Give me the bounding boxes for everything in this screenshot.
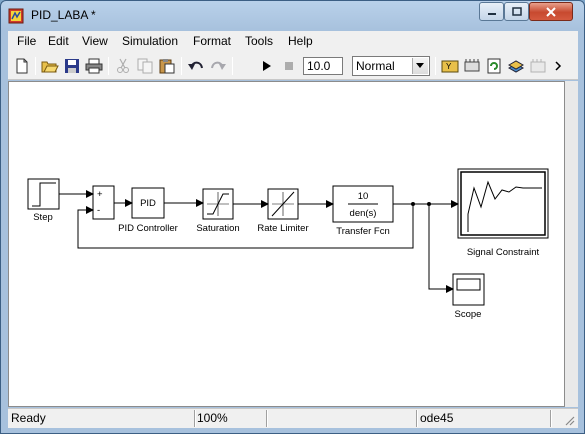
saturation-label: Saturation [196,223,239,234]
open-icon [41,61,59,73]
status-separator [550,410,552,427]
minimize-button[interactable] [479,2,504,21]
menu-format[interactable]: Format [193,34,231,48]
menu-edit[interactable]: Edit [48,34,69,48]
transfer-fcn-label: Transfer Fcn [336,226,390,237]
model-canvas[interactable]: Step + - PID PID Controller Saturation R… [8,81,565,407]
open-button[interactable] [40,56,60,76]
scope-block[interactable] [452,273,485,306]
undo-button[interactable] [186,56,206,76]
window-title: PID_LABA * [31,8,96,22]
play-icon [263,61,271,71]
stop-simulation-button[interactable] [279,56,299,76]
signal-constraint-block[interactable] [457,168,549,239]
status-separator [194,410,196,427]
paste-icon [159,59,175,74]
refresh-button[interactable] [484,56,504,76]
menu-tools[interactable]: Tools [245,34,273,48]
menu-bar: File Edit View Simulation Format Tools H… [8,31,578,52]
maximize-icon [511,7,522,16]
simulation-mode-value: Normal [356,59,395,73]
debug-button[interactable] [462,56,482,76]
step-label: Step [33,212,53,223]
menu-help[interactable]: Help [288,34,313,48]
menu-simulation[interactable]: Simulation [122,34,178,48]
menu-file[interactable]: File [17,34,36,48]
redo-button[interactable] [208,56,228,76]
chevron-down-icon [416,63,424,68]
print-button[interactable] [84,56,104,76]
rate-limiter-label: Rate Limiter [257,223,308,234]
rate-limiter-block[interactable] [267,188,299,220]
toolbar-separator [435,57,436,75]
undo-icon [188,61,203,70]
maximize-button[interactable] [504,2,529,21]
transfer-fcn-denominator: den(s) [350,208,377,219]
library-icon: Y [441,60,459,73]
stop-icon [285,62,293,70]
minimize-icon [487,12,496,15]
block-diagram: Step + - PID PID Controller Saturation R… [27,168,549,320]
status-bar: Ready 100% ode45 [8,408,578,428]
toolbar-separator [232,57,233,75]
refresh-icon [487,58,501,74]
simulink-window: PID_LABA * File Edit View Simulation For… [0,0,585,434]
simulation-mode-select[interactable]: Normal [352,56,430,76]
dropdown-arrow[interactable] [412,58,428,74]
paste-button[interactable] [157,56,177,76]
copy-button[interactable] [135,56,155,76]
vertical-scrollbar[interactable] [565,81,578,407]
copy-icon [137,58,153,74]
status-text: Ready [11,411,46,425]
status-separator [266,410,268,427]
resize-grip-icon[interactable] [563,414,575,426]
close-button[interactable] [529,2,573,21]
zoom-level: 100% [197,411,228,425]
menu-view[interactable]: View [82,34,108,48]
stop-time-input[interactable] [303,57,343,75]
cut-button[interactable] [113,56,133,76]
build-button[interactable] [528,56,548,76]
new-icon [16,58,28,74]
pid-controller-label: PID Controller [118,223,178,234]
toolbar-overflow-button[interactable] [553,56,565,76]
print-icon [85,58,103,74]
toolbar: Normal Y [8,52,578,80]
signal-constraint-label: Signal Constraint [467,247,540,258]
branch-point [427,202,431,206]
saturation-block[interactable] [202,188,234,220]
toolbar-separator [181,57,182,75]
title-bar[interactable]: PID_LABA * [1,1,584,31]
redo-icon [211,61,226,70]
start-simulation-button[interactable] [257,56,277,76]
model-explorer-button[interactable] [506,56,526,76]
svg-text:Y: Y [446,62,452,71]
status-separator [416,410,418,427]
library-browser-button[interactable]: Y [440,56,460,76]
step-block[interactable] [27,178,60,210]
transfer-fcn-numerator: 10 [358,191,369,202]
new-button[interactable] [12,56,32,76]
close-icon [546,6,556,17]
solver-name: ode45 [420,411,454,425]
save-icon [65,59,79,73]
toolbar-separator [35,57,36,75]
toolbar-separator [108,57,109,75]
model-explorer-icon [507,60,525,73]
build-icon [530,59,546,73]
debug-icon [464,59,480,72]
signal-lines [59,190,459,293]
branch-point [411,202,415,206]
save-button[interactable] [62,56,82,76]
sum-minus-sign: - [97,205,100,216]
simulink-model-icon [8,8,24,24]
scope-label: Scope [455,309,482,320]
chevron-right-icon [555,61,562,71]
cut-icon [117,58,129,73]
pid-block-text: PID [140,198,156,209]
sum-plus-sign: + [97,189,103,200]
